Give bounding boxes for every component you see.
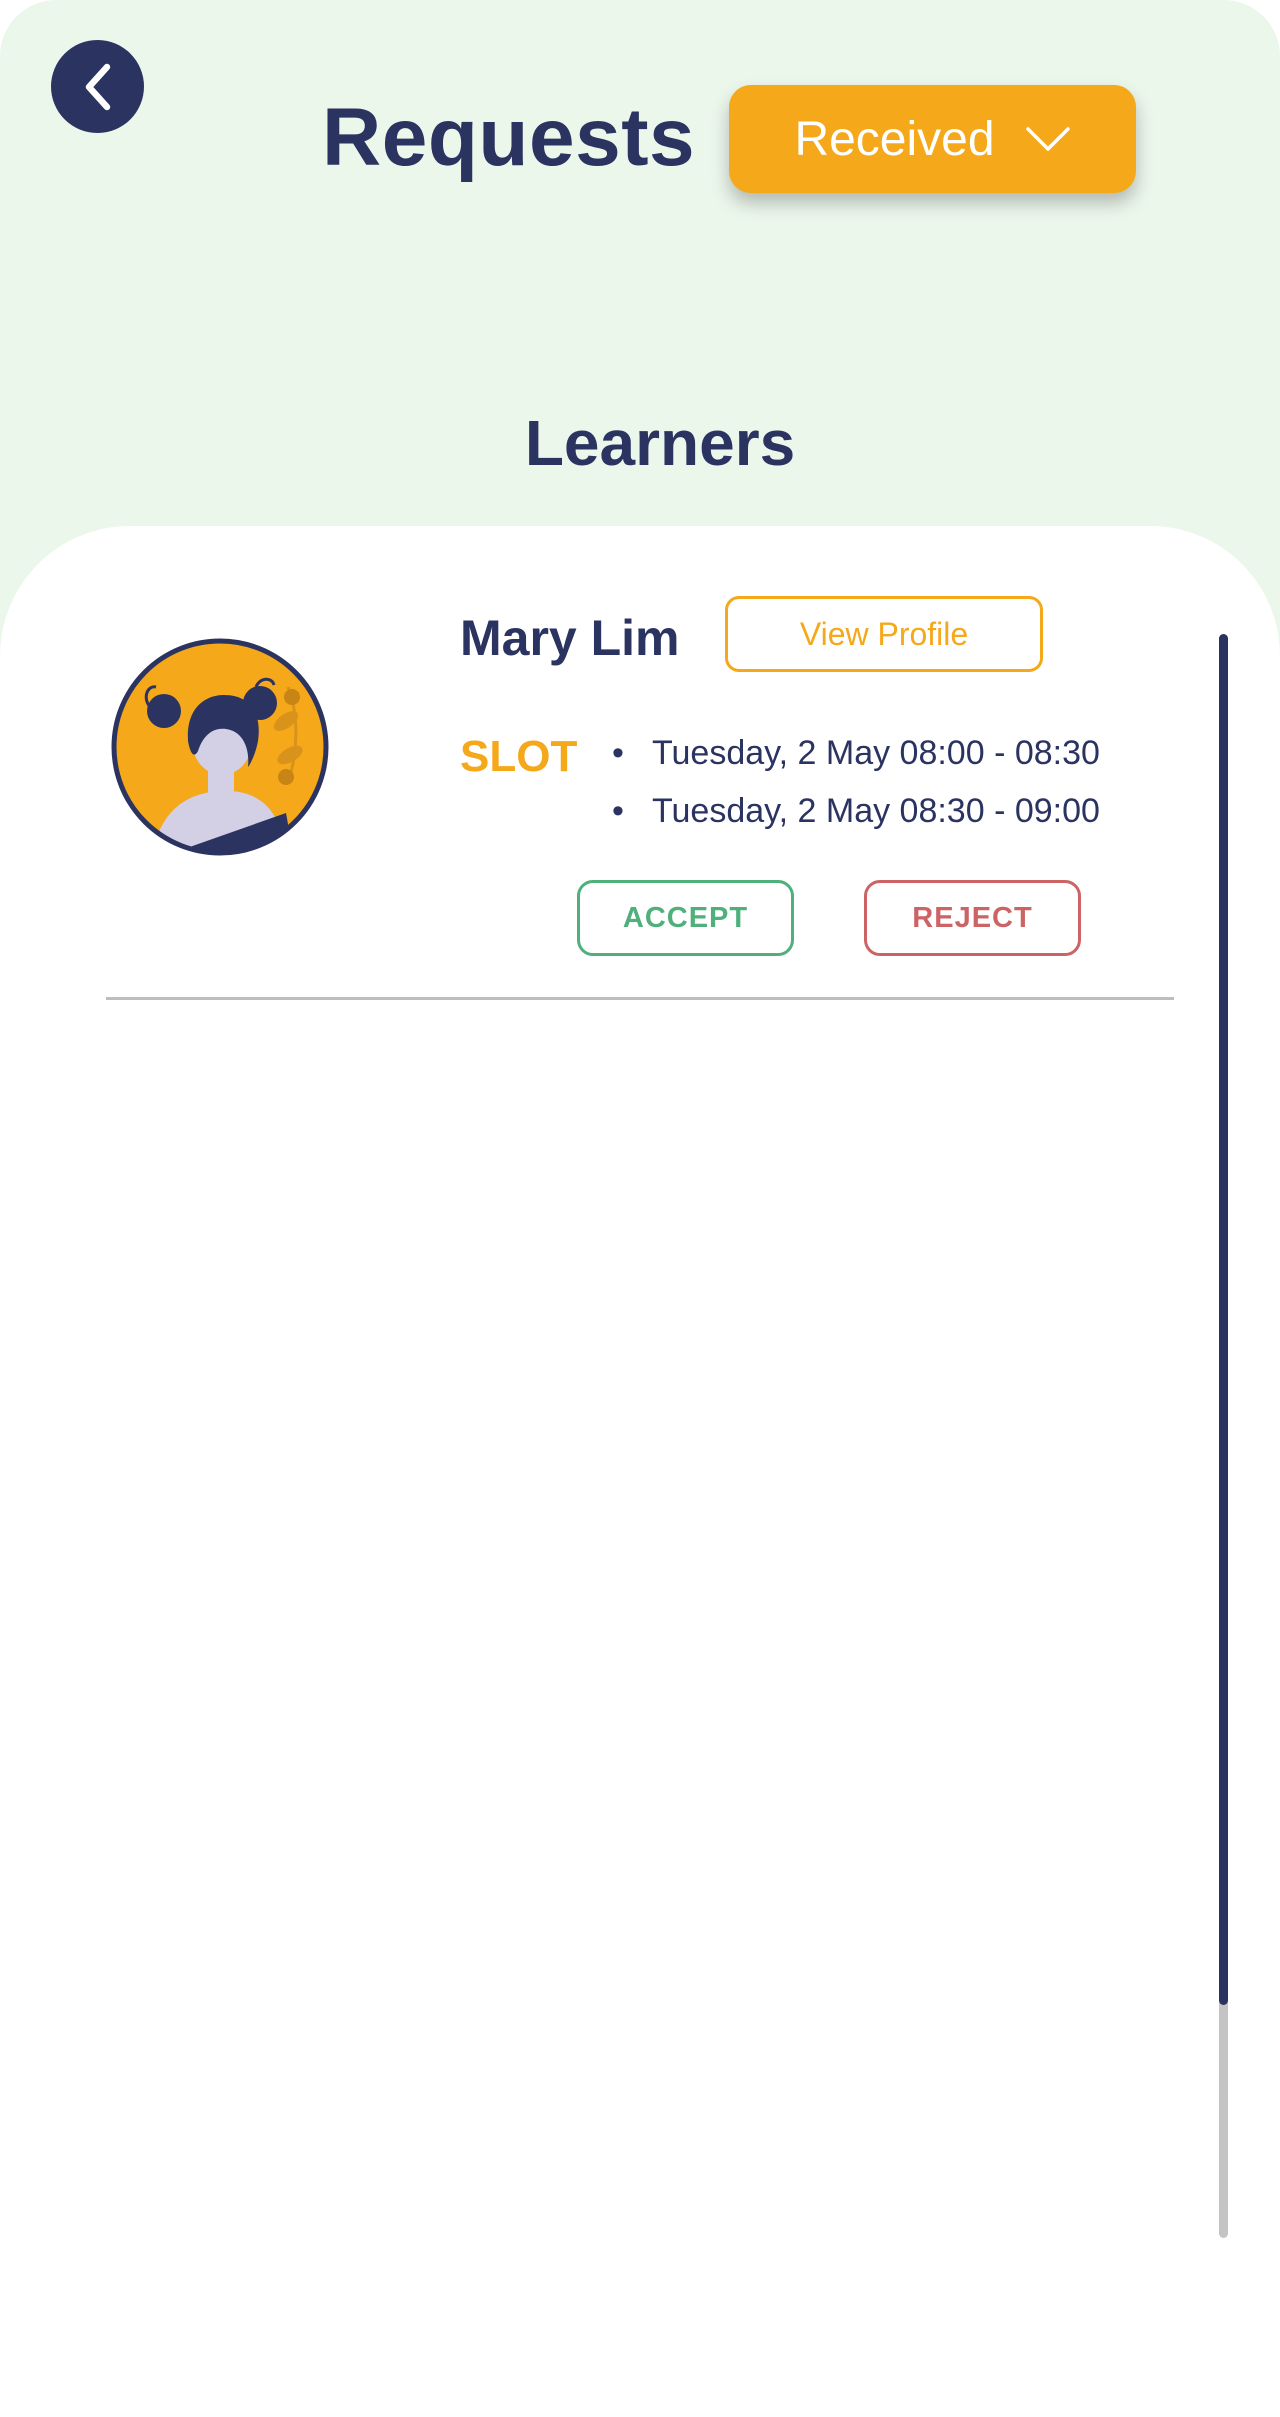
reject-button[interactable]: REJECT <box>864 880 1081 956</box>
page-title: Requests <box>322 92 696 183</box>
scrollbar-track[interactable] <box>1219 634 1228 2238</box>
accept-button[interactable]: ACCEPT <box>577 880 794 956</box>
bullet-icon: • <box>612 734 624 772</box>
view-profile-button[interactable]: View Profile <box>725 596 1043 672</box>
chevron-left-icon <box>85 63 110 110</box>
avatar-illustration <box>111 638 329 856</box>
request-filter-dropdown[interactable]: Received <box>729 85 1136 193</box>
dropdown-selected-value: Received <box>794 112 995 166</box>
requests-screen: Requests Received Learners Mary Lim View… <box>0 0 1280 2417</box>
avatar <box>110 637 330 857</box>
back-button[interactable] <box>51 40 144 133</box>
slot-label: SLOT <box>460 732 578 781</box>
bullet-icon: • <box>612 792 624 830</box>
slot-item: • Tuesday, 2 May 08:30 - 09:00 <box>612 786 1100 844</box>
slot-time: Tuesday, 2 May 08:30 - 09:00 <box>652 792 1100 830</box>
chevron-down-icon <box>1025 127 1070 151</box>
scrollbar-thumb[interactable] <box>1219 634 1228 2006</box>
learner-name: Mary Lim <box>460 610 680 666</box>
slot-time: Tuesday, 2 May 08:00 - 08:30 <box>652 734 1100 772</box>
request-divider <box>106 997 1174 1000</box>
slot-list: • Tuesday, 2 May 08:00 - 08:30 • Tuesday… <box>612 728 1100 844</box>
section-title: Learners <box>524 407 796 479</box>
slot-item: • Tuesday, 2 May 08:00 - 08:30 <box>612 728 1100 786</box>
